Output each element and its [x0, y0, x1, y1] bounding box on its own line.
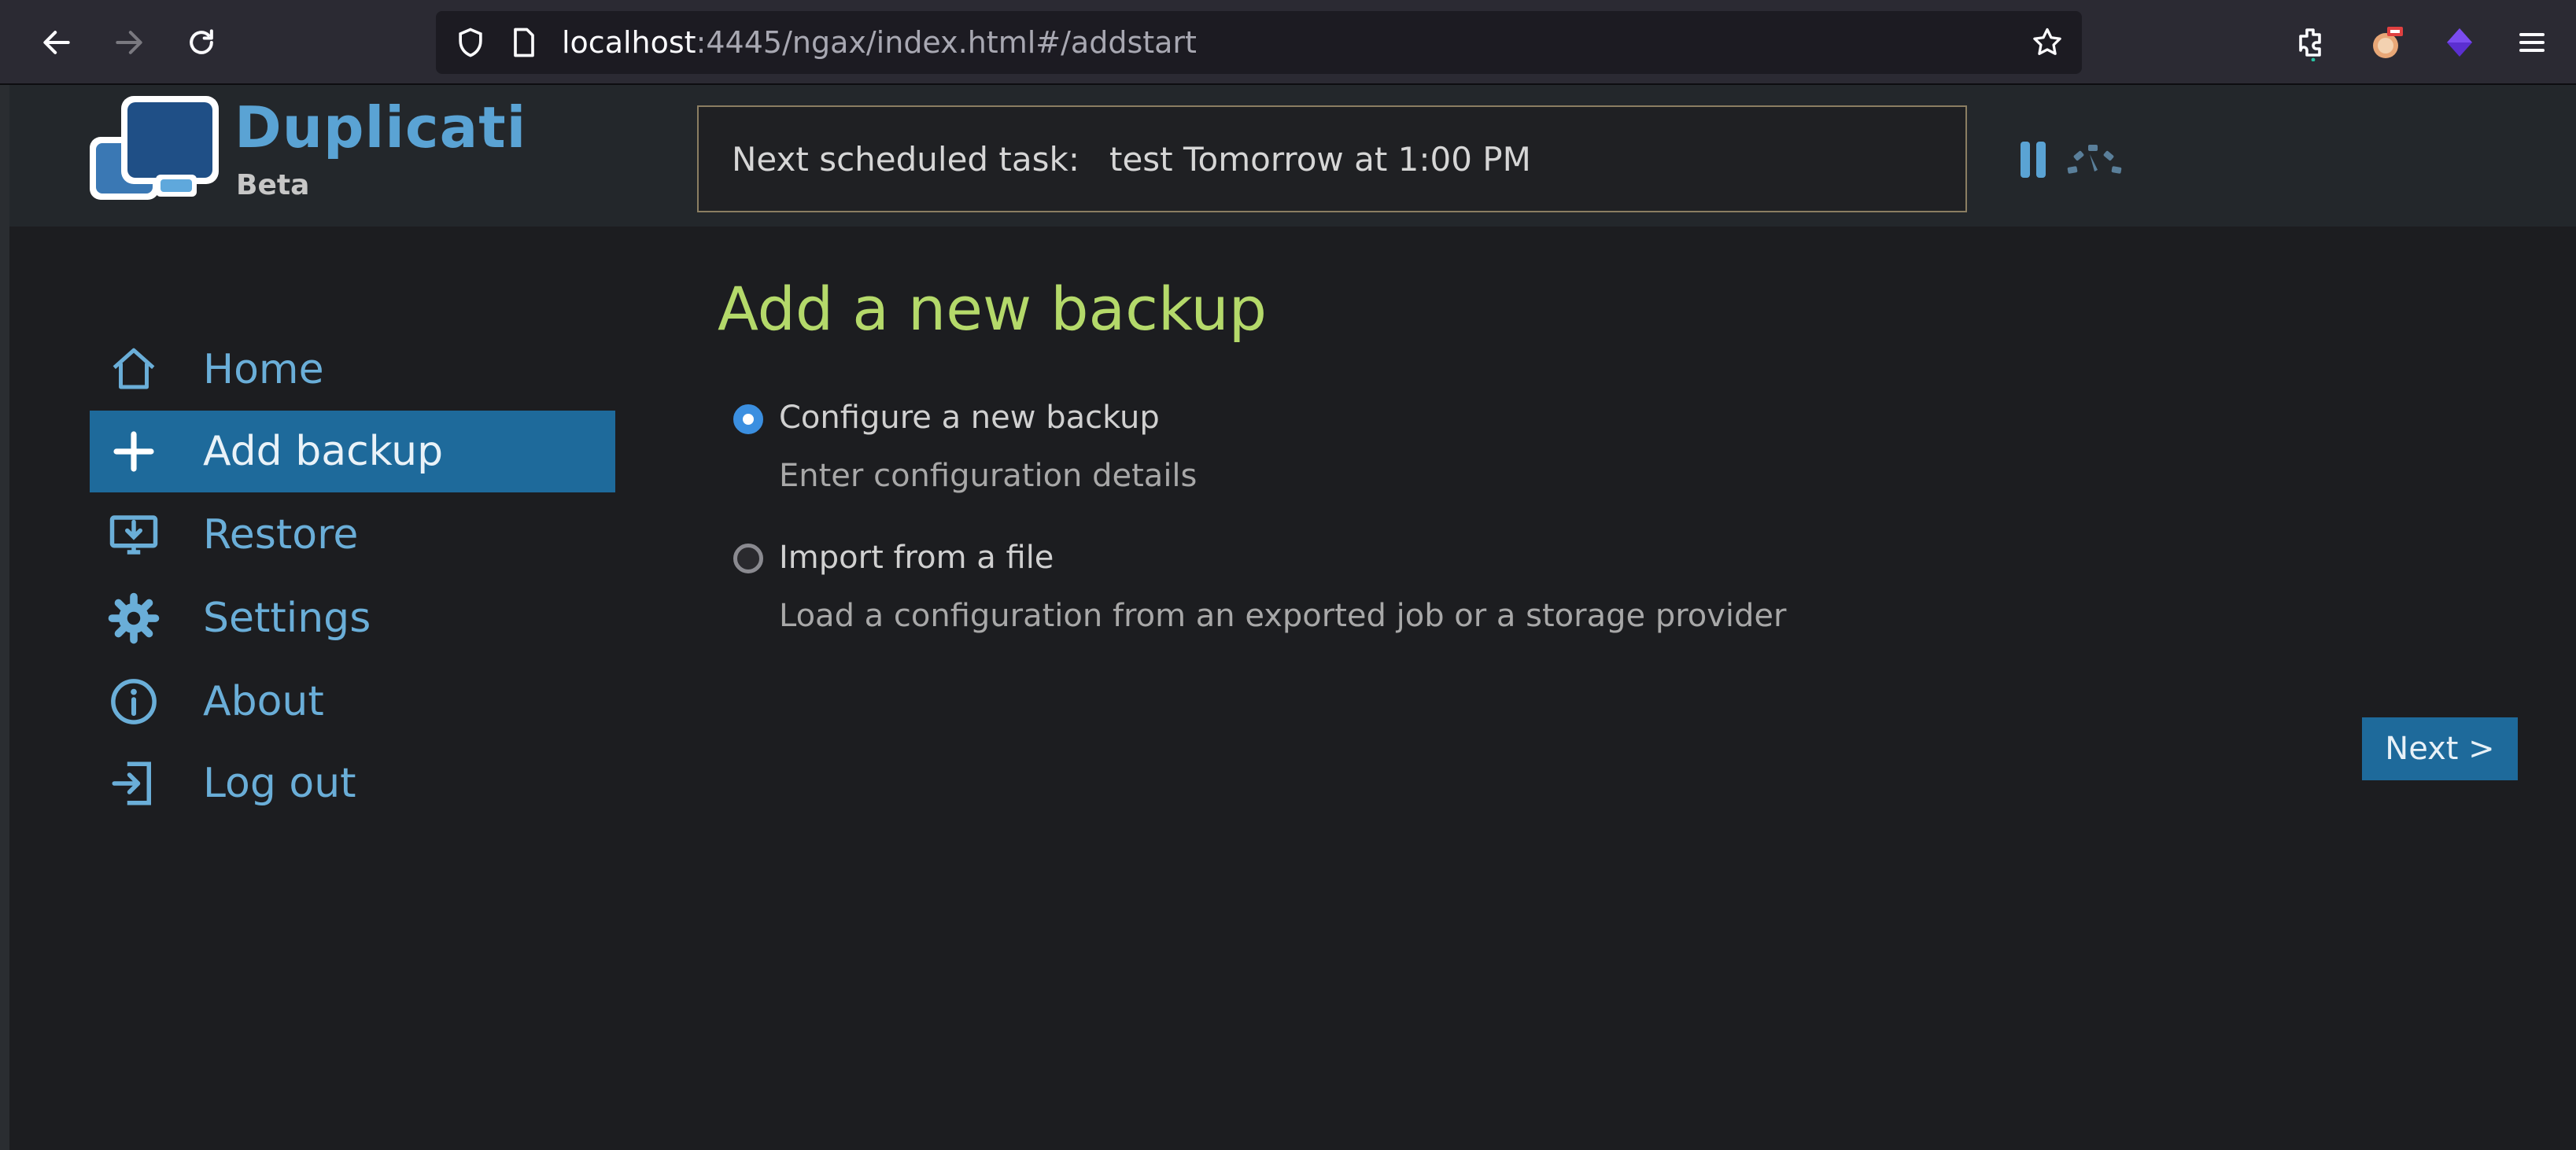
scheduled-task-value[interactable]: test Tomorrow at 1:00 PM: [1109, 140, 1531, 179]
app-tag: Beta: [236, 169, 310, 201]
extensions-icon: [2299, 28, 2321, 61]
sidebar-item-label: Restore: [203, 511, 359, 558]
gear-icon: [105, 590, 162, 647]
sidebar-item-log-out[interactable]: Log out: [90, 743, 615, 824]
configure-new-backup-label[interactable]: Configure a new backup: [779, 400, 1160, 436]
sidebar-item-settings[interactable]: Settings: [90, 577, 615, 659]
extensions-button[interactable]: [2288, 17, 2338, 68]
page-icon[interactable]: [507, 25, 541, 60]
forward-button[interactable]: [105, 19, 153, 66]
sidebar-item-about[interactable]: About: [90, 661, 615, 743]
back-button[interactable]: [33, 19, 80, 66]
sidebar-item-label: Settings: [203, 595, 371, 642]
plus-icon: [105, 423, 162, 480]
info-icon: [105, 673, 162, 730]
left-edge-divider: [0, 85, 9, 1150]
url-bar[interactable]: localhost:4445/ngax/index.html#/addstart: [436, 11, 2082, 74]
app-name[interactable]: Duplicati: [234, 94, 526, 160]
extension-purple-button[interactable]: [2434, 17, 2485, 68]
extension-avatar-icon: [2373, 27, 2403, 58]
sidebar-item-label: Home: [203, 346, 324, 393]
sidebar-item-add-backup[interactable]: Add backup: [90, 411, 615, 492]
app-menu-button[interactable]: [2507, 17, 2557, 68]
sidebar-item-label: Add backup: [203, 428, 444, 475]
home-icon: [105, 341, 162, 398]
scheduled-task-box: Next scheduled task: test Tomorrow at 1:…: [697, 105, 1967, 212]
url-text[interactable]: localhost:4445/ngax/index.html#/addstart: [562, 11, 1197, 74]
sidebar-item-label: About: [203, 678, 324, 725]
import-from-file-label[interactable]: Import from a file: [779, 540, 1054, 576]
extension-avatar-button[interactable]: [2362, 17, 2412, 68]
sidebar-item-label: Log out: [203, 760, 356, 807]
restore-icon: [105, 507, 162, 563]
sidebar-item-home[interactable]: Home: [90, 329, 615, 411]
reload-button[interactable]: [178, 19, 225, 66]
shield-icon[interactable]: [453, 25, 488, 60]
page-title: Add a new backup: [718, 274, 1267, 344]
sidebar-item-restore[interactable]: Restore: [90, 494, 615, 576]
scheduled-task-label: Next scheduled task:: [732, 139, 1079, 179]
star-icon[interactable]: [2030, 25, 2065, 60]
forward-icon: [116, 31, 142, 54]
reload-icon: [190, 29, 213, 54]
next-button[interactable]: Next >: [2362, 717, 2518, 780]
menu-icon: [2519, 33, 2545, 52]
throttle-icon[interactable]: [2066, 140, 2123, 178]
pause-icon[interactable]: [2019, 140, 2047, 179]
logout-icon: [105, 755, 162, 812]
back-icon: [43, 31, 70, 54]
duplicati-logo-icon[interactable]: [87, 93, 222, 220]
configure-new-backup-description: Enter configuration details: [779, 458, 1198, 494]
extension-purple-icon: [2447, 28, 2472, 57]
configure-new-backup-radio[interactable]: [733, 404, 763, 434]
import-from-file-description: Load a configuration from an exported jo…: [779, 598, 1787, 634]
browser-toolbar: localhost:4445/ngax/index.html#/addstart: [0, 0, 2576, 85]
import-from-file-radio[interactable]: [733, 544, 763, 573]
